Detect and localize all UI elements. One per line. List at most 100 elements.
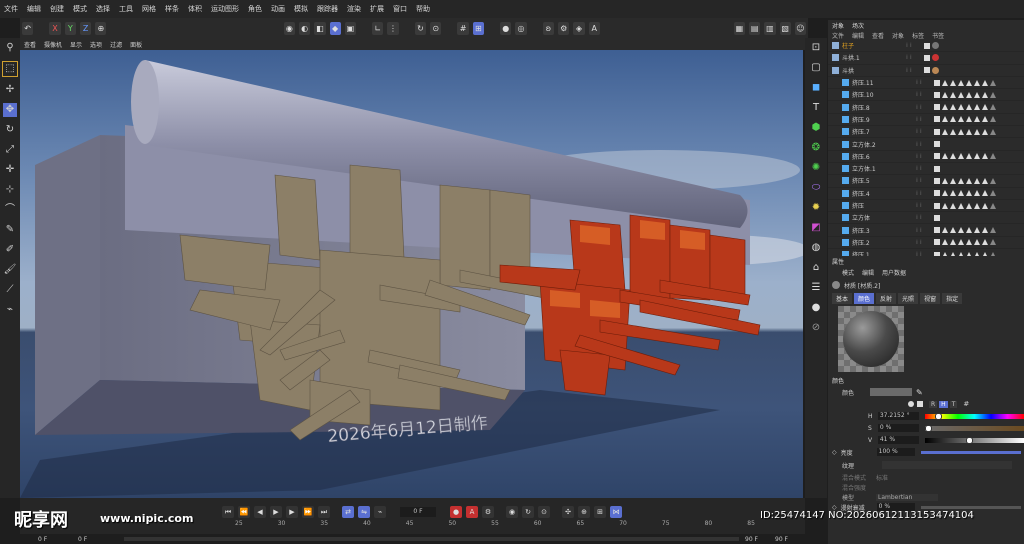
mix-mode-value[interactable]: 标准 <box>876 473 888 482</box>
object-row[interactable]: 挤压.9 ⁞ ⁞ <box>828 114 1024 127</box>
snap-settings-icon[interactable]: ⋮ <box>387 21 399 35</box>
field-icon[interactable]: ⬭ <box>809 181 823 195</box>
range-slider[interactable] <box>124 537 739 541</box>
object-row[interactable]: 挤压.7 ⁞ ⁞ <box>828 126 1024 139</box>
material-tag-icon[interactable] <box>974 202 980 209</box>
object-row[interactable]: 挤压.4 ⁞ ⁞ <box>828 188 1024 200</box>
menu-item[interactable]: 创建 <box>50 4 64 14</box>
material-tag-icon[interactable] <box>974 116 980 123</box>
s-field[interactable]: 0 % <box>877 424 920 432</box>
select-icon[interactable]: ⬚ <box>2 61 18 77</box>
material-tag-icon[interactable] <box>950 153 956 160</box>
material-tag-icon[interactable] <box>982 227 988 234</box>
zoom-icon[interactable]: ⚲ <box>3 41 17 55</box>
material-tag-icon[interactable] <box>958 202 964 209</box>
menu-item[interactable]: 模拟 <box>294 4 308 14</box>
text-spline-icon[interactable]: T <box>809 101 823 115</box>
visibility-toggle[interactable]: ⁞ ⁞ <box>916 153 934 160</box>
visibility-toggle[interactable]: ⁞ ⁞ <box>916 202 934 209</box>
object-manager-tab[interactable]: 场次 <box>852 21 864 30</box>
attribute-subtab[interactable]: 光照 <box>898 292 919 304</box>
object-manager-menu-item[interactable]: 查看 <box>872 31 884 40</box>
current-frame-field[interactable]: 0 F <box>400 507 436 517</box>
material-tag-icon[interactable] <box>950 91 956 98</box>
material-tag-icon[interactable] <box>966 79 972 86</box>
value-slider[interactable] <box>925 436 1024 444</box>
material-tag-icon[interactable] <box>990 202 996 209</box>
material-tag-icon[interactable] <box>950 227 956 234</box>
material-tag-icon[interactable] <box>942 153 948 160</box>
material-tag-icon[interactable] <box>990 128 996 135</box>
material-tag-icon[interactable] <box>974 177 980 184</box>
material-tag-icon[interactable] <box>958 91 964 98</box>
menu-item[interactable]: 工具 <box>119 4 133 14</box>
object-row[interactable]: 斗拱 ⁞ ⁞ <box>828 65 1024 77</box>
symmetry-icon[interactable]: ʚ <box>542 21 555 35</box>
material-tag-icon[interactable] <box>950 202 956 209</box>
tag-icon[interactable] <box>934 116 940 123</box>
material-tag-icon[interactable] <box>982 202 988 209</box>
material-tag-icon[interactable] <box>942 239 948 246</box>
next-key-icon[interactable]: ⏩ <box>302 506 314 518</box>
material-tag-icon[interactable] <box>958 177 964 184</box>
live-select-icon[interactable]: ✢ <box>3 83 17 97</box>
hex-icon[interactable]: # <box>963 400 969 408</box>
attribute-subtab[interactable]: 颜色 <box>854 292 875 304</box>
deformer-icon[interactable]: ✺ <box>809 161 823 175</box>
object-row[interactable]: 立方体 ⁞ ⁞ <box>828 212 1024 225</box>
attribute-subtab[interactable]: 基本 <box>832 292 853 304</box>
material-tag-icon[interactable] <box>982 177 988 184</box>
brush-icon[interactable]: 🖌 <box>3 263 17 277</box>
eyedropper-icon[interactable]: ✎ <box>916 388 923 397</box>
snap-move-icon[interactable]: ⊹ <box>3 183 17 197</box>
next-frame-icon[interactable]: ▶ <box>286 506 298 518</box>
undo-icon[interactable]: ↶ <box>22 21 34 35</box>
material-tag-icon[interactable] <box>990 177 996 184</box>
solo-icon[interactable]: ● <box>500 21 512 35</box>
magnet-icon[interactable]: ⌁ <box>3 303 17 317</box>
preview-range-icon[interactable]: ⇋ <box>358 506 370 518</box>
color-wheel-icon[interactable] <box>908 401 914 407</box>
visibility-toggle[interactable]: ⁞ ⁞ <box>916 177 934 184</box>
render-view-icon[interactable]: ↻ <box>414 21 427 35</box>
generator-icon[interactable]: ⬢ <box>809 121 823 135</box>
material-tag-icon[interactable] <box>932 66 939 74</box>
tag-icon[interactable] <box>934 79 940 86</box>
material-tag-icon[interactable] <box>950 177 956 184</box>
kelvin-mode-button[interactable]: T <box>949 400 958 408</box>
material-tag-icon[interactable] <box>974 227 980 234</box>
material-tag-icon[interactable] <box>958 153 964 160</box>
color-swatch[interactable] <box>870 388 912 396</box>
mode-uv-icon[interactable]: ▣ <box>344 21 357 35</box>
material-tag-icon[interactable] <box>990 153 996 160</box>
material-tag-icon[interactable] <box>982 116 988 123</box>
tag-icon[interactable] <box>934 141 940 148</box>
material-tag-icon[interactable] <box>942 177 948 184</box>
material-tag-icon[interactable] <box>942 227 948 234</box>
material-tag-icon[interactable] <box>942 79 948 86</box>
material-tag-icon[interactable] <box>990 116 996 123</box>
goto-start-icon[interactable]: ⏮ <box>222 506 234 518</box>
material-tag-icon[interactable] <box>966 202 972 209</box>
viewport-menu-item[interactable]: 显示 <box>70 40 82 49</box>
material-tag-icon[interactable] <box>966 190 972 197</box>
material-tag-icon[interactable] <box>990 239 996 246</box>
menu-item[interactable]: 样条 <box>165 4 179 14</box>
light-icon[interactable]: ✹ <box>809 201 823 215</box>
tag-icon[interactable] <box>924 54 930 61</box>
material-tag-icon[interactable] <box>990 190 996 197</box>
material-tag-icon[interactable] <box>958 227 964 234</box>
visibility-toggle[interactable]: ⁞ ⁞ <box>916 190 934 197</box>
material-tag-icon[interactable] <box>982 239 988 246</box>
menu-item[interactable]: 跟踪器 <box>317 4 338 14</box>
object-manager-tab[interactable]: 对象 <box>832 21 844 30</box>
menu-item[interactable]: 体积 <box>188 4 202 14</box>
mode-edges-icon[interactable]: ◐ <box>298 21 311 35</box>
material-tag-icon[interactable] <box>942 116 948 123</box>
viewport[interactable]: 2026年6月12日制作 <box>20 50 803 498</box>
null-icon[interactable]: ▢ <box>809 61 823 75</box>
material-tag-icon[interactable] <box>950 128 956 135</box>
tag-icon[interactable] <box>934 202 940 209</box>
menu-item[interactable]: 动画 <box>271 4 285 14</box>
tag-icon[interactable] <box>934 153 940 160</box>
